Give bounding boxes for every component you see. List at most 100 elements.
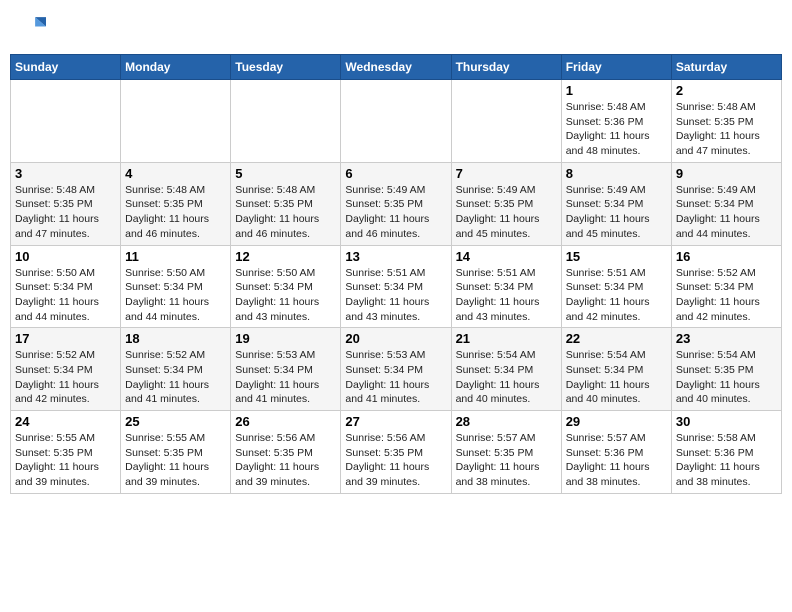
day-info: Sunrise: 5:50 AMSunset: 5:34 PMDaylight:…: [235, 266, 336, 325]
calendar-cell: 22 Sunrise: 5:54 AMSunset: 5:34 PMDayligh…: [561, 328, 671, 411]
day-info: Sunrise: 5:52 AMSunset: 5:34 PMDaylight:…: [15, 348, 116, 407]
calendar-cell: [231, 80, 341, 163]
day-number: 23: [676, 331, 777, 346]
day-info: Sunrise: 5:50 AMSunset: 5:34 PMDaylight:…: [15, 266, 116, 325]
day-info: Sunrise: 5:58 AMSunset: 5:36 PMDaylight:…: [676, 431, 777, 490]
weekday-header: Wednesday: [341, 55, 451, 80]
day-number: 12: [235, 249, 336, 264]
day-number: 24: [15, 414, 116, 429]
calendar-cell: 1Sunrise: 5:48 AMSunset: 5:36 PMDaylight…: [561, 80, 671, 163]
calendar-cell: 30 Sunrise: 5:58 AMSunset: 5:36 PMDayligh…: [671, 411, 781, 494]
day-info: Sunrise: 5:48 AMSunset: 5:35 PMDaylight:…: [676, 100, 777, 159]
day-number: 1: [566, 83, 667, 98]
day-number: 28: [456, 414, 557, 429]
day-number: 17: [15, 331, 116, 346]
day-number: 7: [456, 166, 557, 181]
calendar-cell: 21 Sunrise: 5:54 AMSunset: 5:34 PMDayligh…: [451, 328, 561, 411]
day-number: 15: [566, 249, 667, 264]
calendar-cell: [451, 80, 561, 163]
calendar-cell: 7 Sunrise: 5:49 AMSunset: 5:35 PMDaylight…: [451, 162, 561, 245]
day-info: Sunrise: 5:56 AMSunset: 5:35 PMDaylight:…: [235, 431, 336, 490]
day-number: 22: [566, 331, 667, 346]
day-info: Sunrise: 5:49 AMSunset: 5:34 PMDaylight:…: [676, 183, 777, 242]
day-number: 2: [676, 83, 777, 98]
day-number: 18: [125, 331, 226, 346]
calendar-cell: 27 Sunrise: 5:56 AMSunset: 5:35 PMDayligh…: [341, 411, 451, 494]
day-info: Sunrise: 5:49 AMSunset: 5:34 PMDaylight:…: [566, 183, 667, 242]
calendar-cell: 13 Sunrise: 5:51 AMSunset: 5:34 PMDayligh…: [341, 245, 451, 328]
day-number: 19: [235, 331, 336, 346]
weekday-header: Tuesday: [231, 55, 341, 80]
day-number: 13: [345, 249, 446, 264]
day-info: Sunrise: 5:52 AMSunset: 5:34 PMDaylight:…: [125, 348, 226, 407]
day-info: Sunrise: 5:51 AMSunset: 5:34 PMDaylight:…: [345, 266, 446, 325]
day-info: Sunrise: 5:52 AMSunset: 5:34 PMDaylight:…: [676, 266, 777, 325]
day-number: 14: [456, 249, 557, 264]
calendar-cell: 6 Sunrise: 5:49 AMSunset: 5:35 PMDaylight…: [341, 162, 451, 245]
calendar-cell: 18 Sunrise: 5:52 AMSunset: 5:34 PMDayligh…: [121, 328, 231, 411]
day-info: Sunrise: 5:48 AMSunset: 5:35 PMDaylight:…: [15, 183, 116, 242]
calendar-cell: 15 Sunrise: 5:51 AMSunset: 5:34 PMDayligh…: [561, 245, 671, 328]
day-info: Sunrise: 5:49 AMSunset: 5:35 PMDaylight:…: [456, 183, 557, 242]
weekday-header: Monday: [121, 55, 231, 80]
calendar-cell: 10Sunrise: 5:50 AMSunset: 5:34 PMDayligh…: [11, 245, 121, 328]
day-number: 16: [676, 249, 777, 264]
day-number: 6: [345, 166, 446, 181]
day-number: 20: [345, 331, 446, 346]
calendar-cell: 9 Sunrise: 5:49 AMSunset: 5:34 PMDaylight…: [671, 162, 781, 245]
day-info: Sunrise: 5:57 AMSunset: 5:36 PMDaylight:…: [566, 431, 667, 490]
calendar-cell: [121, 80, 231, 163]
calendar-table: SundayMondayTuesdayWednesdayThursdayFrid…: [10, 54, 782, 494]
calendar-cell: 2 Sunrise: 5:48 AMSunset: 5:35 PMDaylight…: [671, 80, 781, 163]
day-number: 30: [676, 414, 777, 429]
calendar-week-row: 17 Sunrise: 5:52 AMSunset: 5:34 PMDayligh…: [11, 328, 782, 411]
weekday-header: Sunday: [11, 55, 121, 80]
calendar-cell: 19 Sunrise: 5:53 AMSunset: 5:34 PMDayligh…: [231, 328, 341, 411]
day-info: Sunrise: 5:53 AMSunset: 5:34 PMDaylight:…: [345, 348, 446, 407]
day-number: 26: [235, 414, 336, 429]
day-number: 29: [566, 414, 667, 429]
logo: [16, 14, 46, 42]
day-info: Sunrise: 5:54 AMSunset: 5:35 PMDaylight:…: [676, 348, 777, 407]
day-info: Sunrise: 5:55 AMSunset: 5:35 PMDaylight:…: [125, 431, 226, 490]
calendar-week-row: 10Sunrise: 5:50 AMSunset: 5:34 PMDayligh…: [11, 245, 782, 328]
weekday-header: Saturday: [671, 55, 781, 80]
calendar-week-row: 3 Sunrise: 5:48 AMSunset: 5:35 PMDaylight…: [11, 162, 782, 245]
day-number: 27: [345, 414, 446, 429]
day-number: 5: [235, 166, 336, 181]
calendar-cell: 24Sunrise: 5:55 AMSunset: 5:35 PMDayligh…: [11, 411, 121, 494]
calendar-week-row: 1Sunrise: 5:48 AMSunset: 5:36 PMDaylight…: [11, 80, 782, 163]
calendar-week-row: 24 Sunrise: 5:55 AMSunset: 5:35 PMDayligh…: [11, 411, 782, 494]
calendar-cell: 4Sunrise: 5:48 AMSunset: 5:35 PMDaylight…: [121, 162, 231, 245]
calendar-cell: 11Sunrise: 5:50 AMSunset: 5:34 PMDayligh…: [121, 245, 231, 328]
logo-icon: [18, 14, 46, 42]
page-header: [10, 10, 782, 46]
calendar-cell: 25Sunrise: 5:55 AMSunset: 5:35 PMDayligh…: [121, 411, 231, 494]
calendar-cell: 23 Sunrise: 5:54 AMSunset: 5:35 PMDayligh…: [671, 328, 781, 411]
day-number: 21: [456, 331, 557, 346]
calendar-cell: [341, 80, 451, 163]
day-info: Sunrise: 5:53 AMSunset: 5:34 PMDaylight:…: [235, 348, 336, 407]
calendar-cell: 8Sunrise: 5:49 AMSunset: 5:34 PMDaylight…: [561, 162, 671, 245]
calendar-cell: 16 Sunrise: 5:52 AMSunset: 5:34 PMDayligh…: [671, 245, 781, 328]
calendar-cell: 17 Sunrise: 5:52 AMSunset: 5:34 PMDayligh…: [11, 328, 121, 411]
weekday-header: Thursday: [451, 55, 561, 80]
day-info: Sunrise: 5:49 AMSunset: 5:35 PMDaylight:…: [345, 183, 446, 242]
day-number: 9: [676, 166, 777, 181]
weekday-header: Friday: [561, 55, 671, 80]
calendar-cell: 12 Sunrise: 5:50 AMSunset: 5:34 PMDayligh…: [231, 245, 341, 328]
day-info: Sunrise: 5:54 AMSunset: 5:34 PMDaylight:…: [456, 348, 557, 407]
day-info: Sunrise: 5:56 AMSunset: 5:35 PMDaylight:…: [345, 431, 446, 490]
day-info: Sunrise: 5:50 AMSunset: 5:34 PMDaylight:…: [125, 266, 226, 325]
day-info: Sunrise: 5:54 AMSunset: 5:34 PMDaylight:…: [566, 348, 667, 407]
calendar-cell: 3 Sunrise: 5:48 AMSunset: 5:35 PMDaylight…: [11, 162, 121, 245]
calendar-cell: 14 Sunrise: 5:51 AMSunset: 5:34 PMDayligh…: [451, 245, 561, 328]
day-info: Sunrise: 5:51 AMSunset: 5:34 PMDaylight:…: [456, 266, 557, 325]
calendar-cell: 26 Sunrise: 5:56 AMSunset: 5:35 PMDayligh…: [231, 411, 341, 494]
day-number: 4: [125, 166, 226, 181]
calendar-cell: 29 Sunrise: 5:57 AMSunset: 5:36 PMDayligh…: [561, 411, 671, 494]
calendar-cell: 28 Sunrise: 5:57 AMSunset: 5:35 PMDayligh…: [451, 411, 561, 494]
day-info: Sunrise: 5:51 AMSunset: 5:34 PMDaylight:…: [566, 266, 667, 325]
day-number: 3: [15, 166, 116, 181]
day-info: Sunrise: 5:57 AMSunset: 5:35 PMDaylight:…: [456, 431, 557, 490]
